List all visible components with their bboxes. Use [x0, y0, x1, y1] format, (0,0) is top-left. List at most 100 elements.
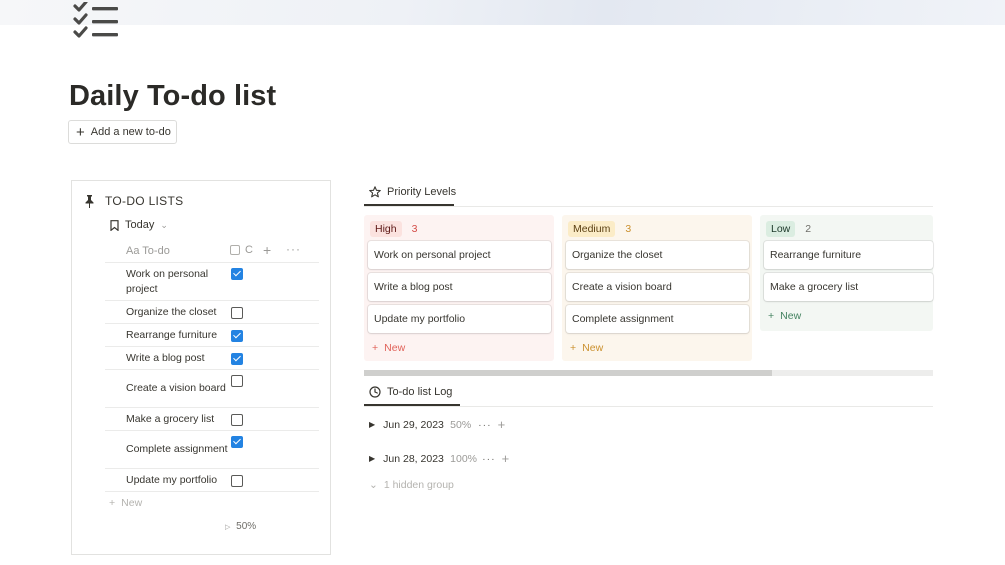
divider — [364, 406, 933, 407]
log-percent: 50% — [450, 418, 472, 431]
plus-icon: + — [109, 497, 116, 509]
toggle-triangle-icon[interactable]: ▶ — [369, 420, 375, 429]
todo-item-label[interactable]: Update my portfolio — [105, 473, 229, 488]
table-header: Aa To-do C + ··· — [105, 239, 319, 263]
add-icon[interactable]: + — [498, 417, 506, 432]
chevron-down-icon: ⌄ — [369, 479, 378, 491]
group-count: 2 — [805, 223, 812, 235]
todo-checkbox[interactable] — [231, 330, 243, 342]
divider — [364, 206, 933, 207]
board-card[interactable]: Rearrange furniture — [764, 241, 933, 269]
plus-icon: + — [372, 342, 379, 354]
table-row[interactable]: Organize the closet — [105, 301, 319, 324]
table-row[interactable]: Rearrange furniture — [105, 324, 319, 347]
pin-icon — [85, 194, 94, 208]
table-row[interactable]: Make a grocery list — [105, 408, 319, 431]
todo-checkbox[interactable] — [231, 475, 243, 487]
todo-item-label[interactable]: Complete assignment — [105, 442, 229, 457]
add-new-todo-label: Add a new to-do — [90, 126, 171, 138]
calculation-value: 50% — [236, 521, 257, 532]
todo-column-header[interactable]: Aa To-do — [126, 245, 170, 257]
group-header: Low 2 — [766, 221, 811, 237]
chevron-down-icon: ⌄ — [160, 219, 168, 230]
todo-checkbox[interactable] — [231, 268, 243, 280]
bookmark-icon — [110, 219, 119, 231]
log-date: Jun 28, 2023 — [383, 452, 444, 465]
plus-icon: + — [570, 342, 577, 354]
group-new-button[interactable]: + New — [768, 310, 801, 322]
checkbox-calculation[interactable]: ▷ 50% — [225, 521, 256, 532]
checklist-icon — [73, 2, 118, 38]
log-date: Jun 29, 2023 — [383, 418, 444, 431]
todo-checkbox[interactable] — [231, 353, 243, 365]
board-card[interactable]: Organize the closet — [566, 241, 749, 269]
priority-badge-medium: Medium — [568, 221, 616, 237]
board-group-high: High 3 Work on personal project Write a … — [364, 215, 554, 361]
board-card[interactable]: Update my portfolio — [368, 305, 551, 333]
log-group-row[interactable]: ▶ Jun 28, 2023 100% ··· + — [369, 451, 509, 466]
group-header: Medium 3 — [568, 221, 631, 237]
todo-lists-header: TO-DO LISTS — [84, 194, 183, 208]
view-selector-today[interactable]: Today ⌄ — [110, 219, 168, 231]
add-new-todo-button[interactable]: + Add a new to-do — [68, 120, 177, 144]
new-todo-label: New — [121, 497, 143, 509]
tab-priority-levels[interactable]: Priority Levels — [369, 186, 456, 198]
group-new-button[interactable]: + New — [372, 342, 405, 354]
page-cover — [0, 0, 1005, 25]
tab-todo-list-log[interactable]: To-do list Log — [369, 386, 452, 398]
board-card[interactable]: Complete assignment — [566, 305, 749, 333]
group-new-label: New — [582, 342, 604, 354]
todo-item-label[interactable]: Rearrange furniture — [105, 328, 229, 343]
log-percent: 100% — [450, 452, 478, 465]
star-icon — [369, 186, 381, 198]
todo-item-label[interactable]: Organize the closet — [105, 305, 229, 320]
add-icon[interactable]: + — [502, 451, 510, 466]
table-row[interactable]: Work on personal project — [105, 263, 319, 301]
todo-lists-panel: TO-DO LISTS Today ⌄ Aa To-do C + ··· Wor… — [71, 180, 331, 555]
todo-lists-heading: TO-DO LISTS — [105, 194, 184, 208]
toggle-triangle-icon[interactable]: ▶ — [369, 454, 375, 463]
todo-item-label[interactable]: Work on personal project — [105, 267, 229, 297]
table-row[interactable]: Create a vision board — [105, 370, 319, 408]
board-card[interactable]: Create a vision board — [566, 273, 749, 301]
group-new-label: New — [780, 310, 802, 322]
group-new-button[interactable]: + New — [570, 342, 603, 354]
board-group-medium: Medium 3 Organize the closet Create a vi… — [562, 215, 752, 361]
todo-rows: Work on personal project Organize the cl… — [105, 263, 319, 492]
new-todo-row[interactable]: + New — [109, 497, 142, 509]
todo-checkbox[interactable] — [231, 414, 243, 426]
plus-icon: + — [768, 310, 775, 322]
todo-item-label[interactable]: Make a grocery list — [105, 412, 229, 427]
more-options-icon[interactable]: ··· — [286, 242, 301, 256]
table-row[interactable]: Write a blog post — [105, 347, 319, 370]
view-label: Today — [125, 219, 155, 231]
todo-checkbox[interactable] — [231, 375, 243, 387]
todo-item-label[interactable]: Create a vision board — [105, 381, 229, 396]
table-row[interactable]: Complete assignment — [105, 431, 319, 469]
group-new-label: New — [384, 342, 406, 354]
board-card[interactable]: Write a blog post — [368, 273, 551, 301]
page-title: Daily To-do list — [69, 80, 277, 112]
more-options-icon[interactable]: ··· — [478, 419, 492, 431]
priority-badge-low: Low — [766, 221, 796, 237]
log-group-row[interactable]: ▶ Jun 29, 2023 50% ··· + — [369, 417, 505, 432]
table-row[interactable]: Update my portfolio — [105, 469, 319, 492]
scrollbar-thumb[interactable] — [364, 370, 772, 376]
board-horizontal-scrollbar[interactable] — [364, 370, 933, 376]
todo-checkbox[interactable] — [231, 307, 243, 319]
more-options-icon[interactable]: ··· — [482, 453, 496, 465]
board-card[interactable]: Make a grocery list — [764, 273, 933, 301]
group-count: 3 — [411, 223, 418, 235]
calculate-icon: ▷ — [225, 524, 231, 531]
hidden-group-label: 1 hidden group — [383, 479, 454, 491]
group-count: 3 — [625, 223, 632, 235]
clock-icon — [369, 386, 381, 398]
todo-item-label[interactable]: Write a blog post — [105, 351, 229, 366]
checkbox-column-icon — [230, 245, 240, 255]
priority-badge-high: High — [370, 221, 402, 237]
board-card[interactable]: Work on personal project — [368, 241, 551, 269]
add-property-icon[interactable]: + — [263, 242, 271, 258]
checkbox-column-header[interactable]: C — [245, 244, 253, 256]
todo-checkbox[interactable] — [231, 436, 243, 448]
hidden-group-toggle[interactable]: ⌄ 1 hidden group — [369, 479, 454, 491]
